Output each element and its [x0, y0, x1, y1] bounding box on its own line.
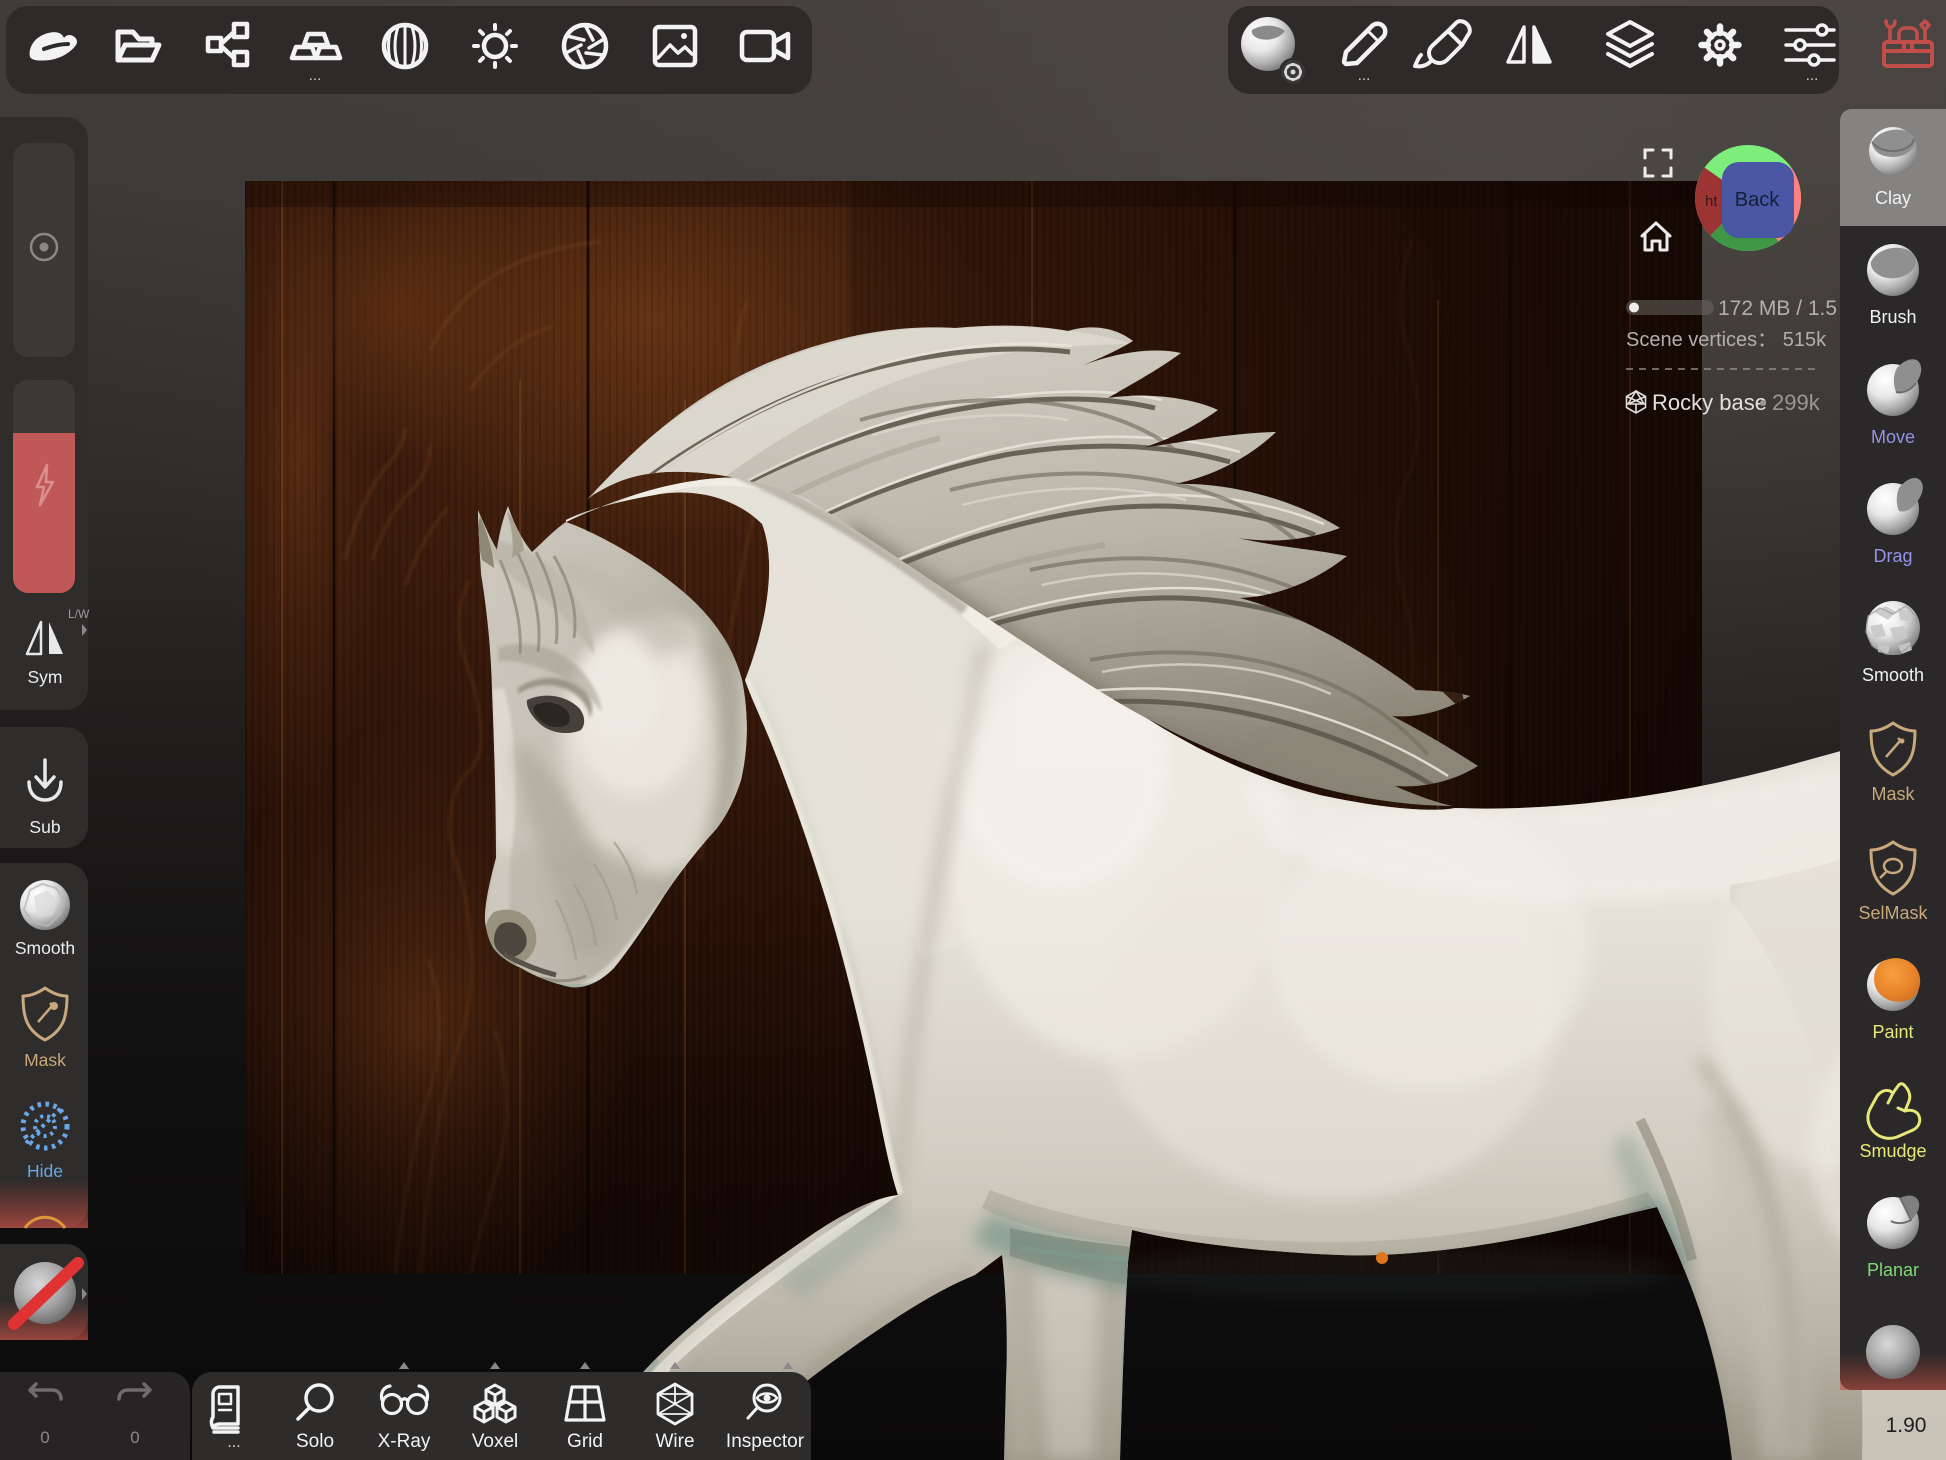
svg-text:Clay: Clay: [1875, 188, 1911, 208]
svg-text:Wire: Wire: [655, 1431, 694, 1452]
svg-text:Smooth: Smooth: [1862, 665, 1924, 685]
svg-text:Smudge: Smudge: [1859, 1141, 1926, 1161]
svg-text:ht: ht: [1705, 193, 1718, 210]
svg-text:...: ...: [227, 1434, 240, 1451]
svg-text:0: 0: [40, 1428, 49, 1447]
svg-text:Hide: Hide: [27, 1161, 63, 1181]
svg-text:Mask: Mask: [24, 1050, 66, 1070]
svg-text:Voxel: Voxel: [472, 1431, 518, 1452]
svg-text:Inspector: Inspector: [726, 1431, 805, 1452]
svg-text:172 MB / 1.5: 172 MB / 1.5: [1718, 297, 1837, 320]
svg-text:Paint: Paint: [1872, 1022, 1913, 1042]
svg-text:L/W: L/W: [68, 607, 90, 621]
svg-text:Mask: Mask: [1871, 784, 1915, 804]
svg-text:Planar: Planar: [1867, 1260, 1919, 1280]
svg-text:Scene vertices： 515k: Scene vertices： 515k: [1626, 329, 1827, 351]
svg-text:Sub: Sub: [29, 817, 60, 837]
svg-text:Rocky base: Rocky base: [1652, 390, 1767, 415]
svg-text:Grid: Grid: [567, 1431, 603, 1452]
svg-text:X-Ray: X-Ray: [378, 1431, 431, 1452]
svg-text:1.90: 1.90: [1886, 1414, 1927, 1437]
svg-text:Solo: Solo: [296, 1431, 334, 1452]
svg-text:...: ...: [1358, 67, 1371, 84]
svg-text:Sym: Sym: [28, 667, 63, 687]
svg-text:Brush: Brush: [1869, 307, 1916, 327]
svg-text:299k: 299k: [1772, 390, 1821, 415]
svg-text:0: 0: [130, 1428, 139, 1447]
svg-text:Smooth: Smooth: [15, 938, 75, 958]
svg-text:SelMask: SelMask: [1858, 903, 1928, 923]
svg-text:Move: Move: [1871, 427, 1915, 447]
svg-text:...: ...: [1806, 67, 1819, 84]
svg-text:Drag: Drag: [1873, 546, 1912, 566]
svg-text:Back: Back: [1735, 189, 1780, 211]
svg-text:...: ...: [309, 67, 322, 84]
